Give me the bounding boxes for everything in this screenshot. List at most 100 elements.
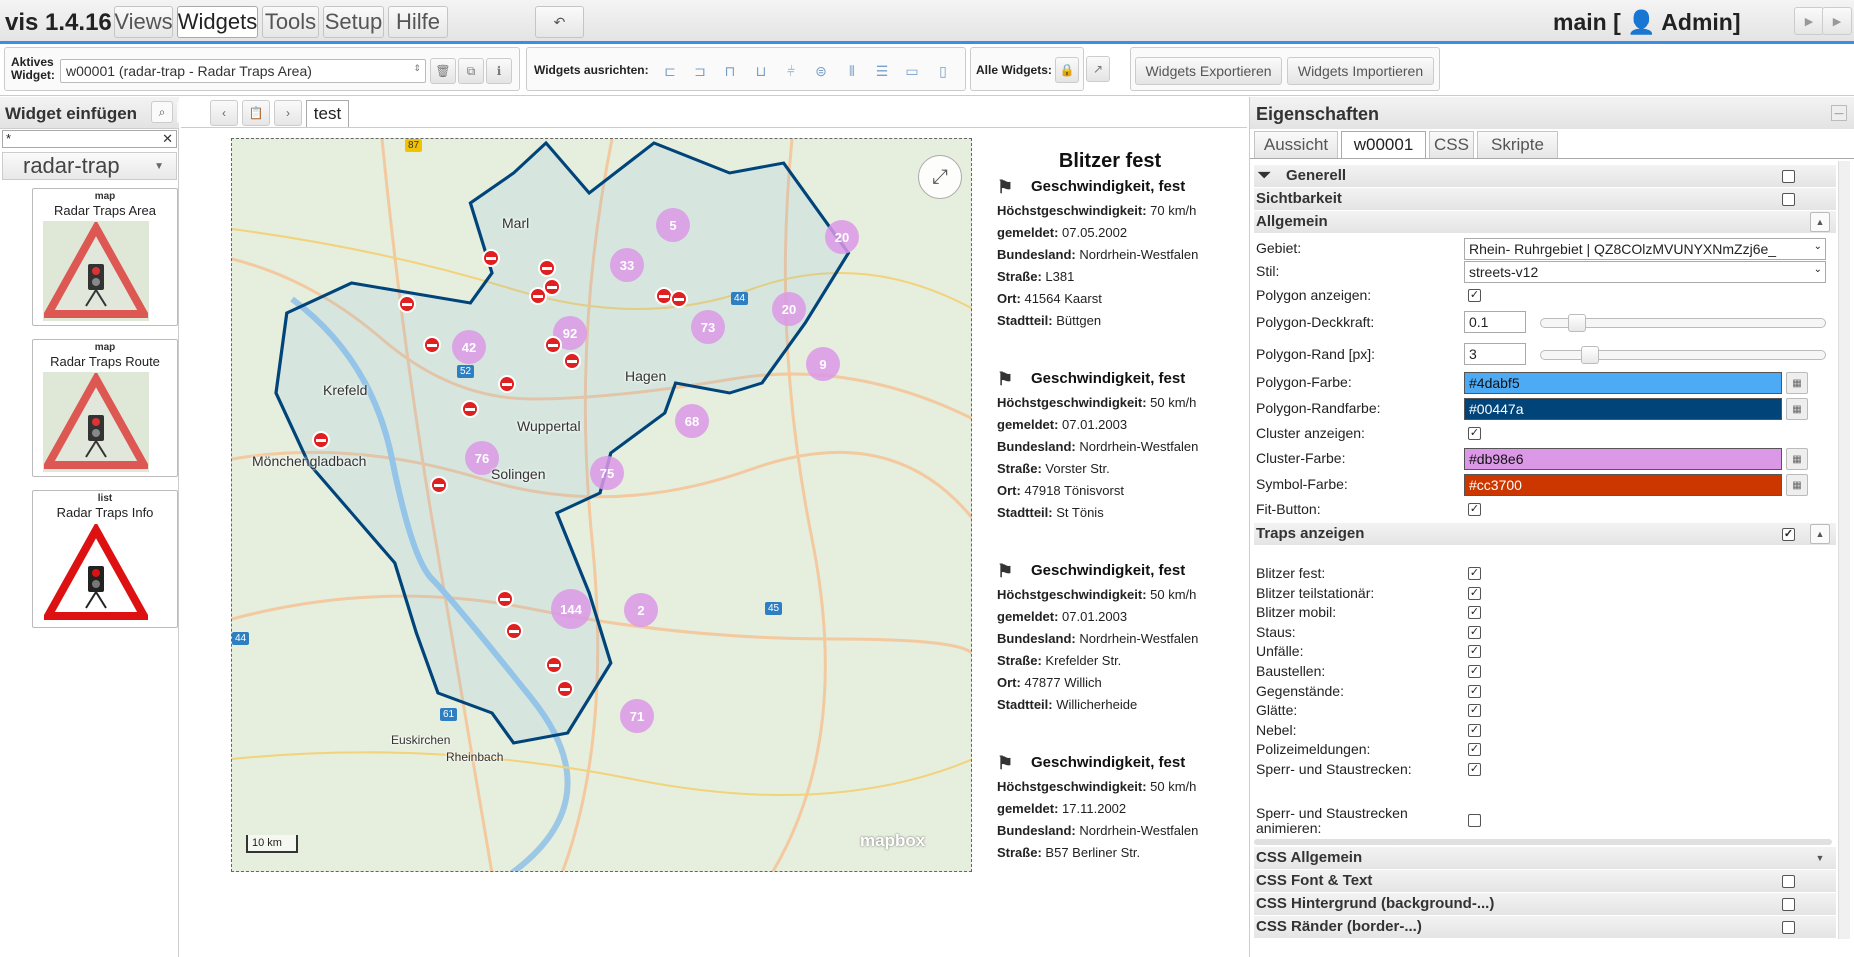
cluster-marker[interactable]: 20 [825,220,859,254]
align-right-icon[interactable]: ⊐ [691,62,709,80]
menu-setup[interactable]: Setup [323,6,384,38]
gebiet-select[interactable]: Rhein- Ruhrgebiet | QZ8COlzMVUNYXNmZzj6e… [1464,238,1826,260]
same-height-icon[interactable]: ▯ [934,62,952,80]
lock-all-button[interactable]: 🔒 [1055,57,1079,83]
expand-button[interactable]: ▶ [1822,7,1852,35]
cluster-marker[interactable]: 73 [691,310,725,344]
group-css-border[interactable]: CSS Ränder (border-...) [1254,916,1836,938]
polygon-border-slider[interactable] [1540,346,1826,364]
copy-widget-button[interactable]: ⧉ [458,58,484,84]
next-view-button[interactable]: › [274,100,302,126]
external-link-button[interactable]: ↗ [1086,56,1110,82]
menu-hilfe[interactable]: Hilfe [388,6,448,38]
active-widget-select[interactable]: w00001 (radar-trap - Radar Traps Area) ⇕ [60,59,426,83]
trap-toggle-checkbox[interactable]: ✓ [1468,645,1481,659]
undo-button[interactable]: ↶ [535,6,584,38]
polygon-color-input[interactable]: #4dabf5 [1464,372,1782,394]
widget-card-area[interactable]: map Radar Traps Area [32,188,178,326]
generell-checkbox[interactable] [1782,170,1795,183]
trap-toggle-checkbox[interactable]: ✓ [1468,586,1481,600]
tab-css[interactable]: CSS [1429,131,1474,158]
trap-marker[interactable] [398,295,416,313]
color-picker-button[interactable]: ▦ [1786,398,1808,420]
cluster-marker[interactable]: 71 [620,699,654,733]
prev-view-button[interactable]: ‹ [210,100,238,126]
tab-skripte[interactable]: Skripte [1477,131,1558,158]
trap-toggle-checkbox[interactable]: ✓ [1468,723,1481,737]
collapse-icon[interactable]: ▲ [1810,524,1830,544]
stil-select[interactable]: streets-v12 ⌄ [1464,261,1826,283]
trap-marker[interactable] [544,336,562,354]
radar-traps-map[interactable]: 5 20 33 20 92 73 42 9 68 76 75 144 2 71 Marl Krefeld … [231,138,972,872]
trap-toggle-checkbox[interactable]: ✓ [1468,625,1481,639]
clear-filter-icon[interactable]: ✕ [162,131,173,147]
cluster-marker[interactable]: 2 [624,593,658,627]
menu-views[interactable]: Views [114,6,173,38]
cluster-show-checkbox[interactable]: ✓ [1468,427,1481,440]
cluster-marker[interactable]: 20 [772,292,806,326]
trap-marker[interactable] [430,476,448,494]
trap-marker[interactable] [670,290,688,308]
cluster-marker[interactable]: 75 [590,456,624,490]
tab-w00001[interactable]: w00001 [1341,131,1426,158]
slider-handle[interactable] [1567,314,1586,332]
cluster-marker[interactable]: 144 [551,589,591,629]
color-picker-button[interactable]: ▦ [1786,372,1808,394]
view-tab-test[interactable]: test [306,100,349,127]
polygon-show-checkbox[interactable]: ✓ [1468,289,1481,302]
group-allgemein[interactable]: Allgemein ▲ [1254,211,1836,233]
sichtbarkeit-checkbox[interactable] [1782,193,1795,206]
trap-marker[interactable] [505,622,523,640]
widget-set-dropdown[interactable]: radar-trap ▼ [2,152,177,180]
view-menu-button[interactable]: 📋 [242,100,270,126]
polygon-border-input[interactable]: 3 [1464,343,1526,365]
group-css-font[interactable]: CSS Font & Text [1254,870,1836,892]
trap-marker[interactable] [312,431,330,449]
align-top-icon[interactable]: ⊓ [721,62,739,80]
export-widgets-button[interactable]: Widgets Exportieren [1135,57,1282,85]
align-left-icon[interactable]: ⊏ [661,62,679,80]
group-generell[interactable]: ⏷ Generell [1254,165,1836,187]
polygon-opacity-input[interactable]: 0.1 [1464,311,1526,333]
cluster-marker[interactable]: 33 [610,248,644,282]
horizontal-scrollbar[interactable] [1254,839,1832,845]
menu-widgets[interactable]: Widgets [177,6,258,38]
same-width-icon[interactable]: ▭ [903,62,921,80]
polygon-border-color-input[interactable]: #00447a [1464,398,1782,420]
minimize-icon[interactable]: — [1831,105,1847,121]
group-css-bg[interactable]: CSS Hintergrund (background-...) [1254,893,1836,915]
traps-checkbox[interactable]: ✓ [1782,528,1795,541]
trap-marker[interactable] [482,249,500,267]
trap-marker[interactable] [496,590,514,608]
widget-filter-input[interactable]: * ✕ [2,130,177,148]
polygon-opacity-slider[interactable] [1540,314,1826,332]
cluster-color-input[interactable]: #db98e6 [1464,448,1782,470]
fit-button-checkbox[interactable]: ✓ [1468,503,1481,516]
css-font-checkbox[interactable] [1782,875,1795,888]
align-bottom-icon[interactable]: ⊔ [752,62,770,80]
cluster-marker[interactable]: 42 [452,330,486,364]
trap-toggle-checkbox[interactable]: ✓ [1468,665,1481,678]
collapse-icon[interactable]: ▲ [1810,212,1830,232]
css-bg-checkbox[interactable] [1782,898,1795,911]
symbol-color-input[interactable]: #cc3700 [1464,474,1782,496]
properties-scrollbar[interactable] [1838,161,1850,939]
trap-marker[interactable] [461,400,479,418]
trap-marker[interactable] [498,375,516,393]
trap-toggle-checkbox[interactable]: ✓ [1468,684,1481,698]
widget-card-route[interactable]: map Radar Traps Route [32,339,178,477]
trap-toggle-checkbox[interactable]: ✓ [1468,606,1481,620]
trap-marker[interactable] [545,656,563,674]
cluster-marker[interactable]: 9 [806,347,840,381]
align-center-h-icon[interactable]: ⊜ [812,62,830,80]
info-widget-button[interactable]: ℹ [486,58,512,84]
group-css-allgemein[interactable]: CSS Allgemein ▼ [1254,847,1836,869]
slider-handle[interactable] [1581,346,1600,364]
trap-marker[interactable] [423,336,441,354]
cluster-marker[interactable]: 68 [675,404,709,438]
trap-toggle-checkbox[interactable]: ✓ [1468,567,1481,580]
trap-toggle-checkbox[interactable]: ✓ [1468,704,1481,718]
tab-aussicht[interactable]: Aussicht [1254,131,1338,158]
trap-marker[interactable] [538,259,556,277]
import-widgets-button[interactable]: Widgets Importieren [1287,57,1434,85]
